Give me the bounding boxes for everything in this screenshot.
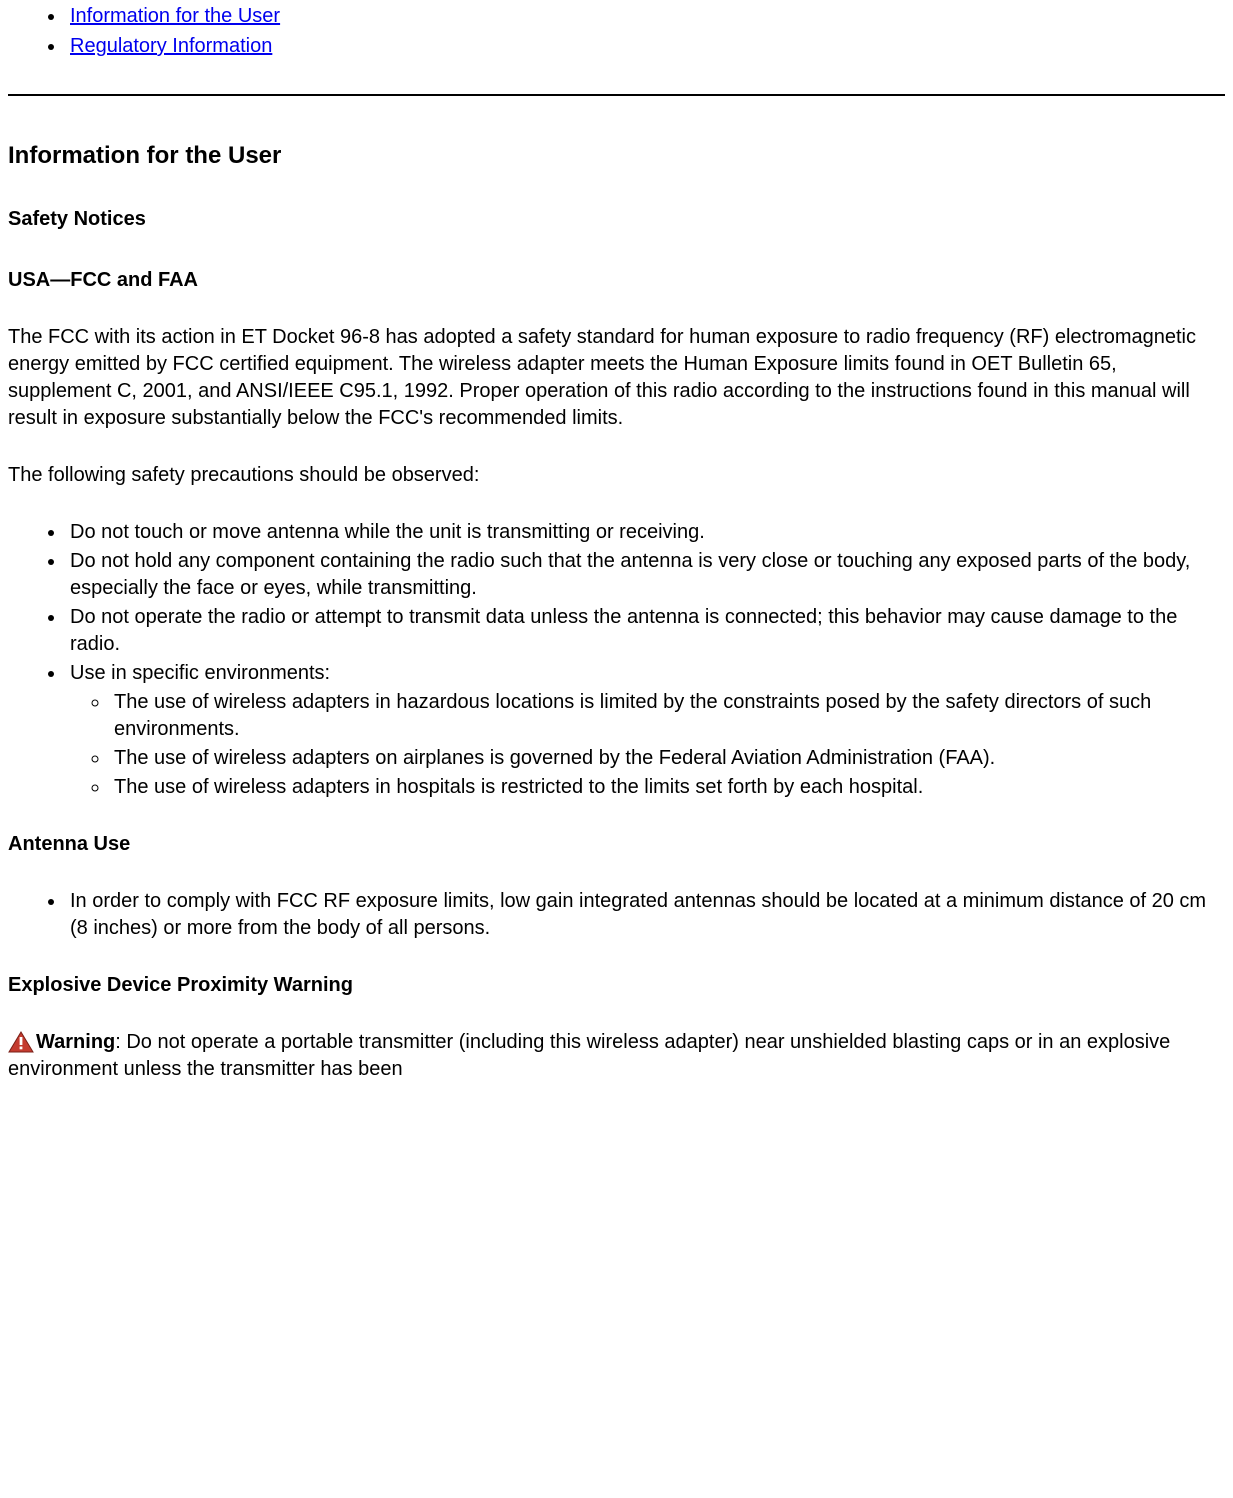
subsubsection-heading-usa: USA—FCC and FAA	[8, 267, 1225, 294]
list-item: In order to comply with FCC RF exposure …	[66, 888, 1225, 942]
document-page: Information for the User Regulatory Info…	[0, 3, 1233, 1091]
paragraph-warning: Warning: Do not operate a portable trans…	[8, 1029, 1225, 1083]
warning-triangle-icon	[8, 1031, 34, 1053]
list-item: Do not touch or move antenna while the u…	[66, 519, 1225, 546]
list-item: Do not hold any component containing the…	[66, 548, 1225, 602]
sub-environments-list: The use of wireless adapters in hazardou…	[70, 689, 1225, 801]
subsubsection-heading-explosive: Explosive Device Proximity Warning	[8, 972, 1225, 999]
list-item: Use in specific environments: The use of…	[66, 660, 1225, 801]
subsection-heading-safety: Safety Notices	[8, 206, 1225, 233]
list-item: The use of wireless adapters on airplane…	[110, 745, 1225, 772]
list-item: Do not operate the radio or attempt to t…	[66, 604, 1225, 658]
list-item: The use of wireless adapters in hazardou…	[110, 689, 1225, 743]
toc-link-info-user[interactable]: Information for the User	[70, 5, 280, 27]
toc-list: Information for the User Regulatory Info…	[8, 3, 1225, 60]
list-item-label: Use in specific environments:	[70, 662, 330, 684]
horizontal-rule	[8, 94, 1225, 96]
antenna-list: In order to comply with FCC RF exposure …	[8, 888, 1225, 942]
warning-label: Warning	[36, 1031, 115, 1053]
list-item: The use of wireless adapters in hospital…	[110, 774, 1225, 801]
paragraph-intro: The FCC with its action in ET Docket 96-…	[8, 324, 1225, 432]
list-item: Regulatory Information	[66, 33, 1225, 60]
precautions-list: Do not touch or move antenna while the u…	[8, 519, 1225, 801]
subsubsection-heading-antenna: Antenna Use	[8, 831, 1225, 858]
paragraph-precautions-lead: The following safety precautions should …	[8, 462, 1225, 489]
list-item: Information for the User	[66, 3, 1225, 30]
warning-text: : Do not operate a portable transmitter …	[8, 1031, 1170, 1080]
section-heading-info-user: Information for the User	[8, 140, 1225, 172]
toc-link-regulatory[interactable]: Regulatory Information	[70, 35, 272, 57]
